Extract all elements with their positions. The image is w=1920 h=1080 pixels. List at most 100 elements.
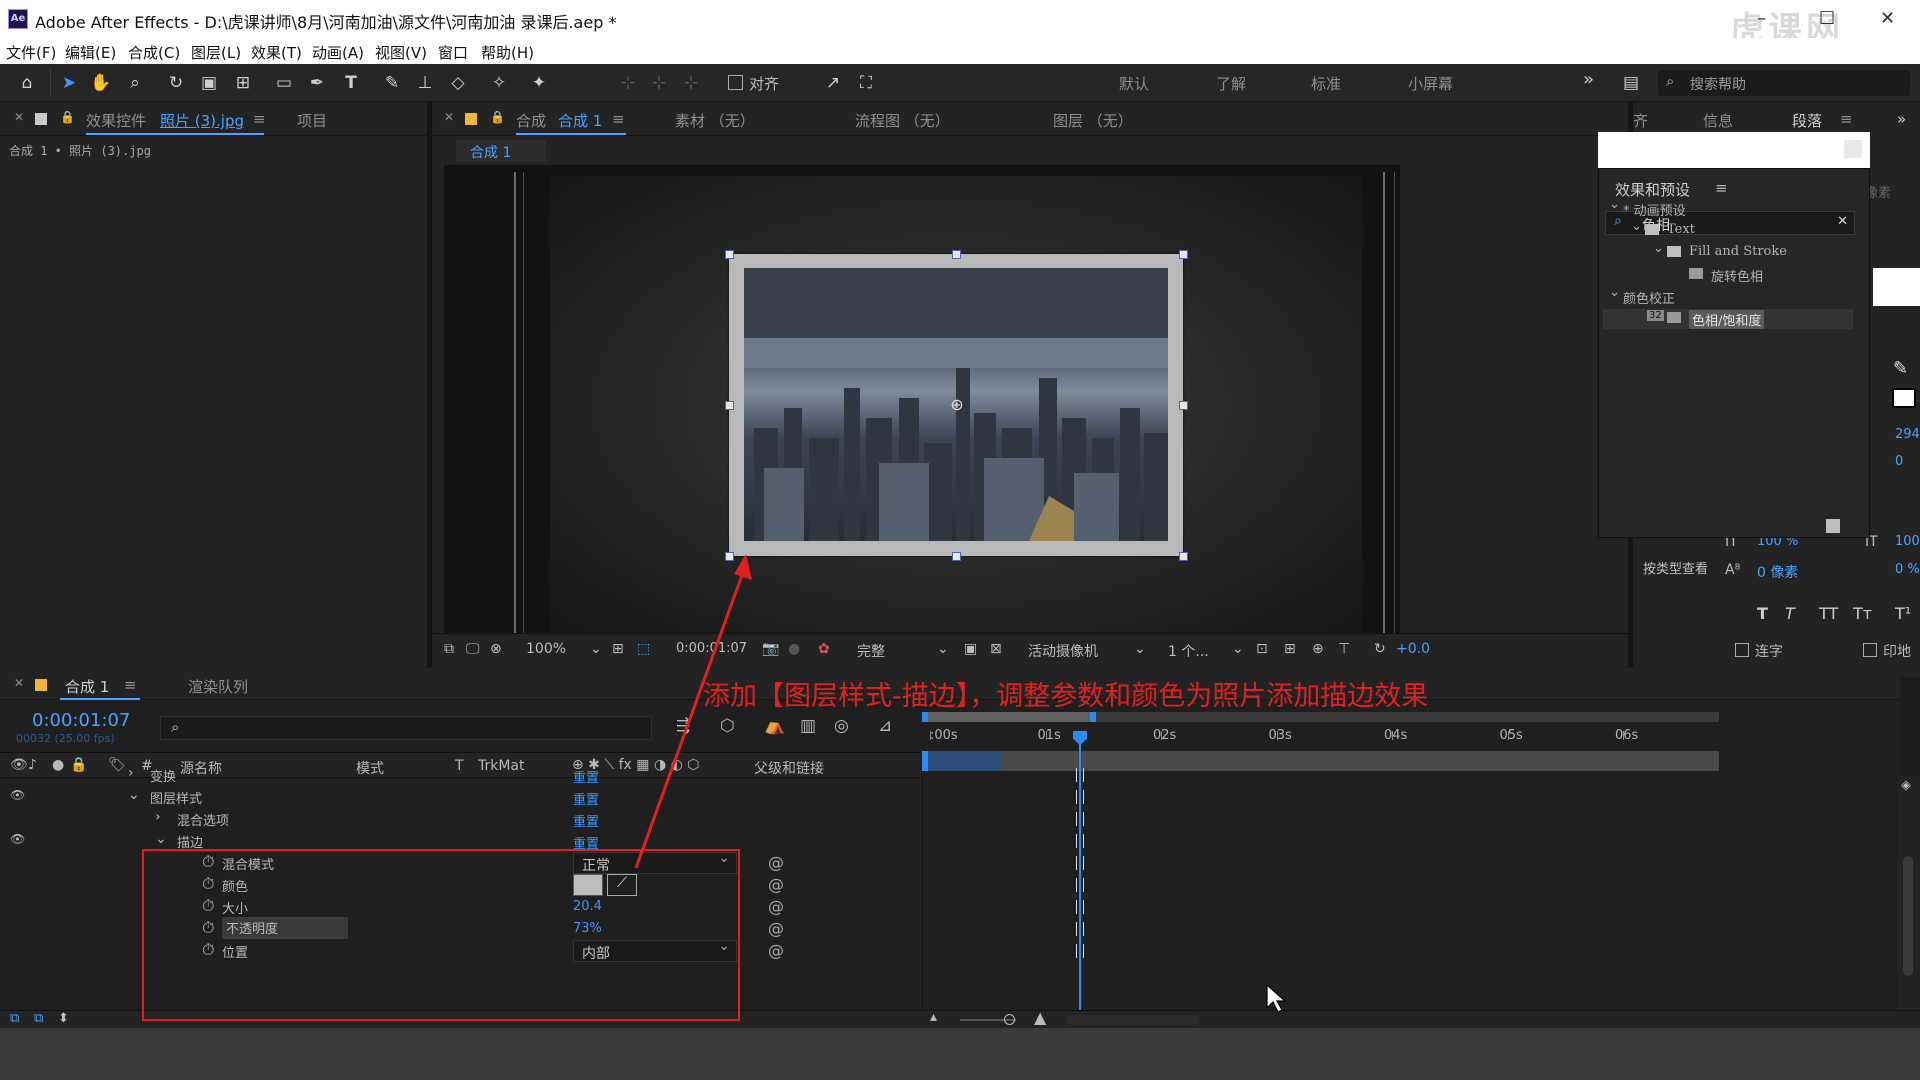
- expression-pickwhip-icon[interactable]: @: [768, 919, 784, 938]
- puppet-pin-tool-icon[interactable]: ✦: [528, 72, 550, 94]
- effects-tree-item[interactable]: 32 色相/饱和度: [1603, 309, 1853, 329]
- transform-handle[interactable]: [725, 250, 734, 259]
- transform-handle[interactable]: [725, 401, 734, 410]
- chevron-right-icon[interactable]: ›: [128, 765, 134, 781]
- tab-flowchart[interactable]: 流程图 （无）: [855, 110, 950, 131]
- zoom-out-icon[interactable]: ▴: [930, 1009, 937, 1025]
- workspace-small-screen[interactable]: 小屏幕: [1408, 73, 1453, 94]
- white-swatch[interactable]: [1873, 268, 1920, 306]
- time-graph-area[interactable]: [922, 776, 1897, 1012]
- align-checkbox[interactable]: [728, 75, 743, 90]
- transform-handle[interactable]: [1179, 401, 1188, 410]
- anchor-point-icon[interactable]: ⊕: [948, 396, 966, 414]
- type-tool-icon[interactable]: T: [340, 72, 362, 94]
- chevron-down-icon[interactable]: ⌄: [1653, 241, 1664, 256]
- baseline-value[interactable]: 0 像素: [1757, 562, 1798, 582]
- 3d-renderer-icon[interactable]: ⊕: [1312, 641, 1324, 657]
- panel-menu-icon[interactable]: ≡: [124, 676, 137, 694]
- chevron-down-icon[interactable]: ⌄: [1631, 219, 1642, 234]
- world-axis-icon[interactable]: ⊹: [648, 72, 670, 94]
- zoom-level[interactable]: 100%: [526, 641, 566, 657]
- tab-composition[interactable]: 合成: [516, 110, 546, 131]
- show-snapshot-icon[interactable]: ●: [788, 641, 800, 657]
- tab-timeline-comp[interactable]: 合成 1: [65, 676, 109, 697]
- transform-handle[interactable]: [1179, 552, 1188, 561]
- effects-tree-item[interactable]: 旋转色相: [1603, 265, 1853, 285]
- transform-handle[interactable]: [952, 552, 961, 561]
- chevron-down-icon[interactable]: ⌄: [1134, 641, 1146, 657]
- eraser-tool-icon[interactable]: ◇: [447, 72, 469, 94]
- floating-panel-titlebar[interactable]: [1598, 132, 1870, 168]
- toggle-pixel-icon[interactable]: ⊡: [1256, 641, 1268, 657]
- chevron-down-icon[interactable]: ⌄: [1232, 641, 1244, 657]
- resolution-dropdown[interactable]: 完整: [857, 641, 885, 661]
- close-icon[interactable]: [1844, 140, 1862, 158]
- home-icon[interactable]: ⌂: [16, 72, 38, 94]
- horizontal-scrollbar[interactable]: [1066, 1015, 1200, 1025]
- axis-mode-icon[interactable]: ⊹: [617, 72, 639, 94]
- lock-icon[interactable]: 🔒: [490, 110, 505, 124]
- shy-layers-icon[interactable]: ⛺: [764, 716, 785, 736]
- chevron-down-icon[interactable]: ⌄: [155, 831, 167, 847]
- menu-help[interactable]: 帮助(H): [481, 42, 534, 63]
- visibility-eye-icon[interactable]: 👁: [10, 832, 25, 846]
- tab-footage[interactable]: 素材 （无）: [675, 110, 755, 131]
- superscript-button[interactable]: T¹: [1895, 604, 1911, 623]
- snap-icon[interactable]: ↗: [822, 72, 844, 94]
- tab-composition-name[interactable]: 合成 1: [558, 110, 602, 131]
- pan-behind-tool-icon[interactable]: ⊞: [232, 72, 254, 94]
- tab-effect-controls[interactable]: 效果控件: [86, 110, 146, 131]
- zoom-tool-icon[interactable]: ⌕: [124, 72, 146, 94]
- selection-tool-icon[interactable]: ➤: [58, 72, 80, 94]
- timeline-right-scroll[interactable]: ◈: [1897, 776, 1920, 1012]
- tsume-value[interactable]: 0 %: [1895, 562, 1920, 577]
- transfer-icon[interactable]: ⬍: [58, 1011, 69, 1026]
- faux-bold-button[interactable]: T: [1757, 604, 1768, 623]
- eyedropper-icon[interactable]: ✎: [1893, 358, 1908, 379]
- maximize-icon[interactable]: ☐: [1819, 8, 1835, 29]
- color-channels-icon[interactable]: ✿: [818, 641, 830, 657]
- effects-tree-item[interactable]: ⌄ 颜色校正: [1603, 285, 1853, 307]
- comp-switch-icon[interactable]: ⧉: [34, 1011, 43, 1026]
- small-caps-button[interactable]: Tт: [1853, 604, 1872, 623]
- close-icon[interactable]: ✕: [1880, 8, 1895, 29]
- expression-pickwhip-icon[interactable]: @: [768, 941, 784, 960]
- close-icon[interactable]: ✕: [14, 676, 24, 690]
- leading-value[interactable]: 294: [1895, 427, 1920, 442]
- tab-align[interactable]: 齐: [1633, 110, 1648, 131]
- visibility-eye-icon[interactable]: 👁: [10, 788, 25, 802]
- tab-layer[interactable]: 图层 （无）: [1053, 110, 1133, 131]
- lock-icon[interactable]: 🔒: [60, 110, 75, 124]
- fast-preview-icon[interactable]: ▣: [964, 641, 977, 657]
- panel-menu-icon[interactable]: ≡: [1715, 179, 1728, 197]
- menu-edit[interactable]: 编辑(E): [65, 42, 116, 63]
- fill-stroke-swatch[interactable]: [1892, 388, 1916, 408]
- kerning-value[interactable]: 0: [1895, 454, 1903, 469]
- chevron-down-icon[interactable]: ⌄: [1609, 285, 1620, 300]
- layer-duration-bar[interactable]: [922, 751, 1719, 771]
- tab-project[interactable]: 项目: [297, 110, 327, 131]
- monitor-icon[interactable]: 🖵: [466, 641, 480, 657]
- timeline-timecode[interactable]: 0:00:01:07: [32, 710, 130, 731]
- search-help-field[interactable]: ⌕ 搜索帮助: [1658, 70, 1910, 96]
- snap-grid-icon[interactable]: ⛶: [855, 72, 877, 94]
- effects-tree-item[interactable]: ⌄ * 动画预设: [1603, 197, 1853, 219]
- chevron-down-icon[interactable]: ⌄: [937, 641, 949, 657]
- horizontal-scale-value[interactable]: 100: [1895, 534, 1920, 549]
- work-area-end-handle[interactable]: [1090, 712, 1096, 722]
- transform-handle[interactable]: [952, 250, 961, 259]
- camera-dropdown[interactable]: 活动摄像机: [1028, 641, 1098, 661]
- comp-subtab[interactable]: 合成 1: [456, 140, 546, 162]
- workspace-learn[interactable]: 了解: [1216, 73, 1246, 94]
- exposure-value[interactable]: +0.0: [1396, 641, 1430, 657]
- motion-blur-icon[interactable]: ◎: [834, 716, 849, 736]
- workspace-default[interactable]: 默认: [1119, 73, 1149, 94]
- panel-menu-icon[interactable]: ≡: [612, 110, 625, 128]
- chevron-right-icon[interactable]: ›: [155, 809, 161, 825]
- zoom-slider-knob[interactable]: [1004, 1014, 1015, 1025]
- menu-window[interactable]: 窗口: [438, 42, 468, 63]
- panel-menu-icon[interactable]: ≡: [1840, 110, 1853, 128]
- chevron-down-icon[interactable]: ⌄: [590, 641, 602, 657]
- tab-paragraph[interactable]: 段落: [1792, 110, 1822, 131]
- more-workspaces-icon[interactable]: »: [1583, 69, 1594, 90]
